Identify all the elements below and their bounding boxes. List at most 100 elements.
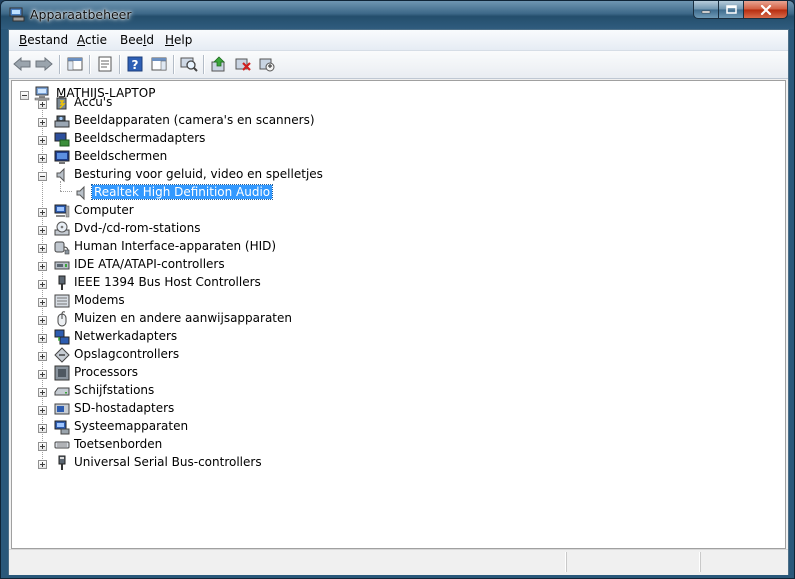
tree-item-label[interactable]: Universal Serial Bus-controllers — [74, 455, 262, 469]
expand-toggle[interactable] — [38, 136, 47, 145]
scan-hardware-button[interactable] — [179, 55, 199, 73]
monitor-icon — [54, 150, 70, 164]
system-device-icon — [54, 420, 70, 435]
expand-toggle[interactable] — [38, 154, 47, 163]
tree-item-label[interactable]: Accu's — [74, 95, 112, 109]
expand-toggle[interactable] — [38, 334, 47, 343]
usb-icon — [58, 455, 66, 470]
tree-item-label[interactable]: IDE ATA/ATAPI-controllers — [74, 257, 225, 271]
uninstall-button[interactable] — [233, 55, 253, 73]
camera-scanner-icon — [54, 115, 70, 128]
expand-toggle[interactable] — [38, 370, 47, 379]
back-icon — [13, 57, 31, 71]
svg-text:?: ? — [132, 58, 139, 72]
keyboard-icon — [54, 441, 70, 449]
expand-toggle[interactable] — [38, 244, 47, 253]
expand-toggle[interactable] — [38, 442, 47, 451]
tree-item-label[interactable]: Toetsenborden — [74, 437, 162, 451]
tree-item-label[interactable]: Beeldschermadapters — [74, 131, 205, 145]
mouse-icon — [57, 311, 67, 327]
tree-item-label[interactable]: Computer — [74, 203, 134, 217]
tree-item-label[interactable]: Schijfstations — [74, 383, 154, 397]
menu-actie-label: ctie — [85, 33, 108, 47]
tree-item-label[interactable]: Opslagcontrollers — [74, 347, 179, 361]
firewire-icon — [58, 275, 66, 290]
expand-toggle[interactable] — [38, 226, 47, 235]
tree-item-label[interactable]: Besturing voor geluid, video en spelletj… — [74, 167, 323, 181]
caption-buttons — [693, 1, 788, 20]
status-pane-divider — [566, 552, 567, 572]
menu-beeld-label: d — [146, 33, 154, 47]
tree-item-label[interactable]: Dvd-/cd-rom-stations — [74, 221, 200, 235]
help-button[interactable]: ? — [125, 55, 145, 73]
menu-bestand-accel: B — [19, 33, 28, 47]
tree-item-label[interactable]: Processors — [74, 365, 138, 379]
tree-item-label[interactable]: IEEE 1394 Bus Host Controllers — [74, 275, 261, 289]
scan-hardware-icon — [180, 57, 198, 72]
menu-bestand[interactable]: Bestand — [19, 33, 68, 47]
expand-toggle[interactable] — [38, 280, 47, 289]
device-manager-icon — [9, 7, 25, 22]
properties-icon — [98, 56, 112, 72]
menu-help-label: elp — [174, 33, 193, 47]
title-bar[interactable]: Apparaatbeheer — [1, 1, 794, 29]
properties-button[interactable] — [95, 55, 115, 73]
toolbar-separator — [59, 55, 60, 74]
tree-item-label[interactable]: Beeldapparaten (camera's en scanners) — [74, 113, 315, 127]
tree-item-label[interactable]: Netwerkadapters — [74, 329, 177, 343]
maximize-button[interactable] — [719, 1, 744, 19]
menu-bar: Bestand Actie Beeld Help — [9, 30, 788, 51]
device-tree[interactable]: MATHIJS-LAPTOP Accu's Beeldapparaten (ca… — [11, 80, 786, 549]
forward-icon — [35, 57, 53, 71]
dvd-drive-icon — [54, 221, 70, 236]
menu-beeld-prefix: Bee — [120, 33, 143, 47]
expand-toggle[interactable] — [38, 352, 47, 361]
disk-drive-icon — [54, 387, 70, 396]
computer-root-icon — [34, 86, 50, 101]
update-driver-button[interactable] — [209, 55, 229, 73]
collapse-toggle[interactable] — [38, 172, 47, 181]
toolbar-separator — [173, 55, 174, 74]
expand-toggle[interactable] — [38, 298, 47, 307]
expand-toggle[interactable] — [38, 100, 47, 109]
back-button[interactable] — [12, 55, 32, 73]
tree-item-label[interactable]: Systeemapparaten — [74, 419, 188, 433]
device-manager-window: Apparaatbeheer Bestand Actie Beeld Help — [0, 0, 795, 579]
update-driver-icon — [211, 56, 225, 72]
close-icon — [760, 4, 771, 15]
storage-controller-icon — [54, 347, 70, 363]
tree-item-label[interactable]: Human Interface-apparaten (HID) — [74, 239, 276, 253]
minimize-button[interactable] — [693, 1, 719, 19]
action-pane-button[interactable] — [149, 55, 169, 73]
tree-item-label[interactable]: Modems — [74, 293, 125, 307]
expand-toggle[interactable] — [38, 208, 47, 217]
expand-toggle[interactable] — [38, 118, 47, 127]
expand-toggle[interactable] — [38, 262, 47, 271]
tree-guide-line — [60, 191, 72, 192]
ide-controller-icon — [54, 261, 70, 270]
expand-toggle[interactable] — [38, 406, 47, 415]
expand-toggle[interactable] — [38, 424, 47, 433]
menu-help[interactable]: Help — [165, 33, 192, 47]
network-adapter-icon — [54, 329, 70, 345]
tree-item-selected-label[interactable]: Realtek High Definition Audio — [90, 184, 274, 200]
uninstall-icon — [235, 58, 251, 71]
disable-button[interactable] — [257, 55, 277, 73]
tree-item-label[interactable]: Beeldschermen — [74, 149, 167, 163]
menu-beeld[interactable]: Beeld — [120, 33, 154, 47]
expand-toggle[interactable] — [38, 388, 47, 397]
console-tree-icon — [67, 57, 83, 71]
client-area: Bestand Actie Beeld Help ? MATHIJS-LAPTO… — [8, 29, 789, 575]
menu-bestand-label: estand — [27, 33, 69, 47]
root-collapse-toggle[interactable] — [20, 91, 29, 100]
forward-button[interactable] — [34, 55, 54, 73]
toolbar-separator — [203, 55, 204, 74]
tree-item-label[interactable]: SD-hostadapters — [74, 401, 174, 415]
expand-toggle[interactable] — [38, 316, 47, 325]
close-button[interactable] — [744, 1, 788, 19]
menu-actie[interactable]: Actie — [77, 33, 107, 47]
toolbar-separator — [119, 55, 120, 74]
tree-item-label[interactable]: Muizen en andere aanwijsapparaten — [74, 311, 292, 325]
expand-toggle[interactable] — [38, 460, 47, 469]
console-tree-button[interactable] — [65, 55, 85, 73]
